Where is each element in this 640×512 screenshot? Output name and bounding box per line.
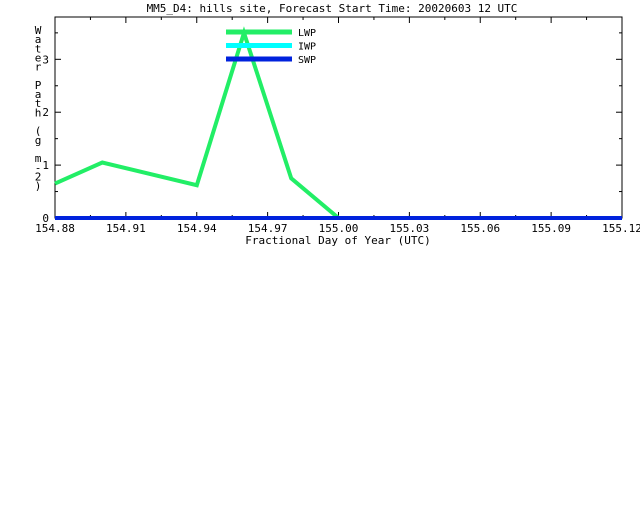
series-line-lwp bbox=[54, 26, 622, 220]
y-axis-label-char: ) bbox=[35, 180, 42, 193]
plot-area: 154.88 154.91 154.94 154.97 155.00 155.03 155.… bbox=[35, 16, 640, 235]
x-tick-label: 154.91 bbox=[106, 222, 146, 235]
legend-label-iwp: IWP bbox=[298, 42, 316, 53]
x-axis-label: Fractional Day of Year (UTC) bbox=[245, 234, 430, 247]
y-tick-label: 3 bbox=[42, 53, 49, 66]
y-tick-label: 0 bbox=[42, 212, 49, 225]
chart-title: MM5_D4: hills site, Forecast Start Time:… bbox=[147, 2, 518, 15]
x-tick-label: 155.09 bbox=[531, 222, 571, 235]
legend-label-lwp: LWP bbox=[298, 28, 316, 39]
y-tick-label: 1 bbox=[42, 159, 49, 172]
y-axis-label-char: r bbox=[35, 61, 42, 74]
y-axis-label-char: g bbox=[35, 134, 42, 147]
y-tick-label: 2 bbox=[42, 106, 49, 119]
x-tick-label: 155.06 bbox=[460, 222, 500, 235]
x-tick-label: 154.94 bbox=[177, 222, 217, 235]
legend-label-swp: SWP bbox=[298, 55, 316, 66]
y-axis-label-char: h bbox=[35, 106, 42, 119]
x-tick-label: 155.12 bbox=[602, 222, 640, 235]
legend: LWP IWP SWP bbox=[226, 28, 316, 66]
x-tick-label: 154.88 bbox=[35, 222, 75, 235]
plot-frame bbox=[54, 16, 623, 219]
y-axis-label: WaterPath(gm-2) bbox=[35, 24, 42, 193]
chart: MM5_D4: hills site, Forecast Start Time:… bbox=[35, 2, 640, 247]
